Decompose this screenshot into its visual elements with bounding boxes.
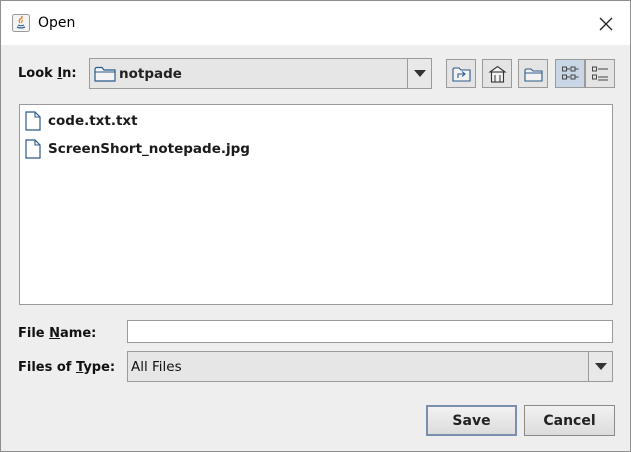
file-type-value: All Files bbox=[131, 359, 182, 375]
file-name: ScreenShort_notepade.jpg bbox=[48, 141, 250, 157]
java-icon bbox=[12, 14, 30, 32]
new-folder-icon bbox=[524, 68, 543, 82]
file-item[interactable]: code.txt.txt bbox=[24, 110, 138, 132]
list-view-button[interactable] bbox=[555, 59, 585, 88]
file-type-combo[interactable]: All Files bbox=[127, 351, 613, 382]
up-one-level-button[interactable] bbox=[446, 59, 476, 88]
file-item[interactable]: ScreenShort_notepade.jpg bbox=[24, 138, 250, 160]
file-name-input[interactable] bbox=[127, 320, 613, 343]
folder-icon bbox=[94, 66, 116, 82]
file-icon bbox=[25, 111, 41, 131]
file-type-label: Files of Type: bbox=[18, 360, 116, 375]
home-button[interactable] bbox=[482, 59, 512, 88]
file-name-label: File Name: bbox=[18, 326, 97, 341]
file-name: code.txt.txt bbox=[48, 113, 138, 129]
folder-up-icon bbox=[452, 67, 471, 82]
chevron-down-icon bbox=[414, 70, 426, 77]
home-icon bbox=[488, 65, 507, 83]
close-icon bbox=[599, 17, 613, 31]
details-view-button[interactable] bbox=[585, 59, 615, 88]
new-folder-button[interactable] bbox=[518, 59, 548, 88]
look-in-label: Look In: bbox=[18, 66, 77, 81]
look-in-dropdown-button[interactable] bbox=[407, 59, 431, 88]
title-bar: Open bbox=[1, 1, 630, 45]
chevron-down-icon bbox=[595, 363, 607, 370]
save-button[interactable]: Save bbox=[426, 405, 517, 436]
window-title: Open bbox=[38, 15, 76, 31]
open-dialog: Open Look In: notpade code.txt.txt Scree… bbox=[0, 0, 631, 452]
close-button[interactable] bbox=[589, 9, 623, 39]
file-list[interactable]: code.txt.txt ScreenShort_notepade.jpg bbox=[19, 104, 613, 305]
look-in-combo[interactable]: notpade bbox=[89, 58, 432, 89]
cancel-button[interactable]: Cancel bbox=[524, 405, 615, 436]
file-type-dropdown-button[interactable] bbox=[588, 352, 612, 381]
details-view-icon bbox=[592, 66, 608, 81]
look-in-value: notpade bbox=[119, 66, 182, 82]
list-view-icon bbox=[562, 66, 579, 80]
file-icon bbox=[25, 139, 41, 159]
